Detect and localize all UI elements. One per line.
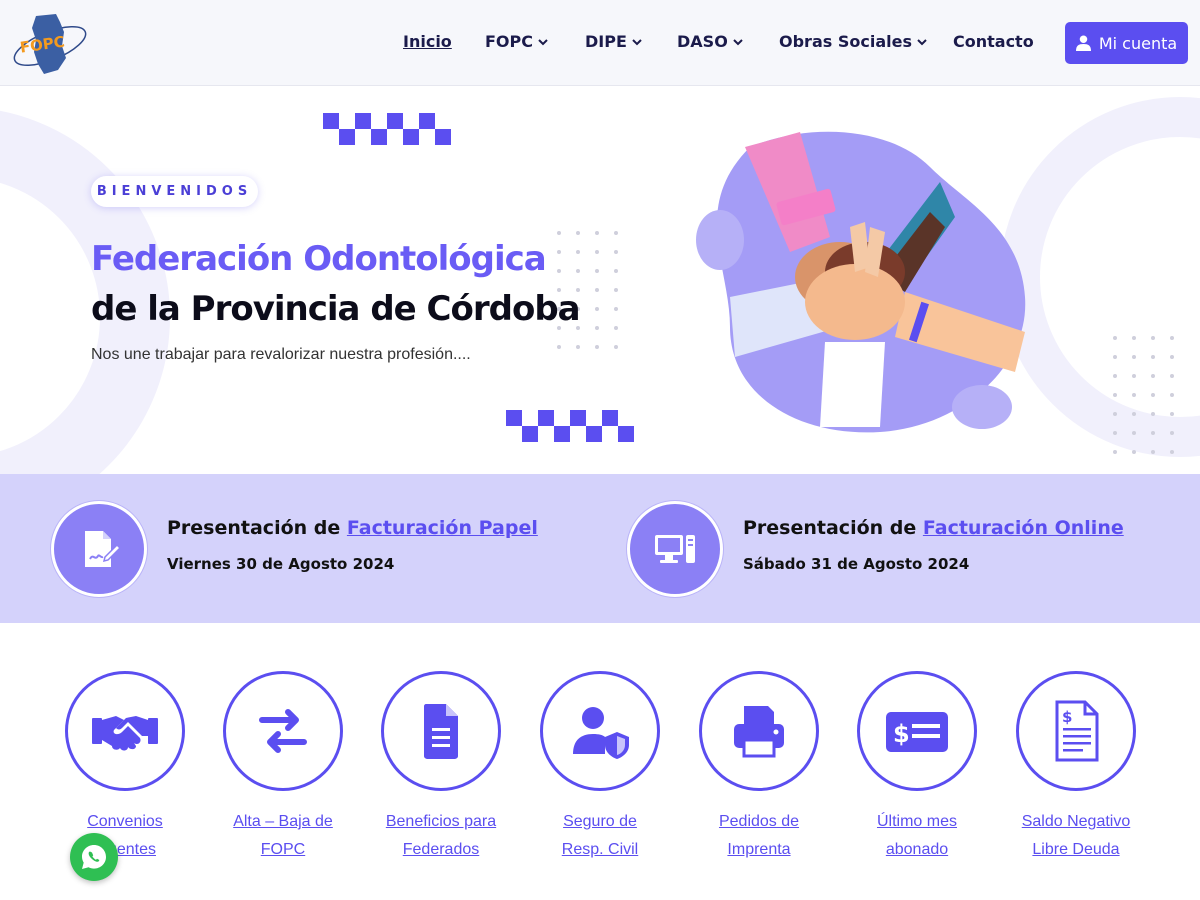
service-label-line: Pedidos de <box>718 813 800 830</box>
nav-contacto[interactable]: Contacto <box>953 32 1034 51</box>
service-convenios: Convenios Vigentes <box>45 671 205 871</box>
service-saldo-negativo: $ Saldo Negativo Libre Deuda <box>996 671 1156 871</box>
stacked-hands-illustration <box>696 131 1026 433</box>
nav-inicio[interactable]: Inicio <box>403 32 452 51</box>
service-label[interactable]: Convenios Vigentes <box>45 808 205 864</box>
service-label[interactable]: Beneficios para Federados <box>361 808 521 864</box>
announcement-date: Viernes 30 de Agosto 2024 <box>167 555 395 573</box>
service-beneficios: Beneficios para Federados <box>361 671 521 871</box>
announcement-prefix: Presentación de <box>167 517 347 539</box>
service-label-line: Vigentes <box>94 841 156 858</box>
swap-arrows-icon[interactable] <box>223 671 343 791</box>
service-label[interactable]: Seguro de Resp. Civil <box>520 808 680 864</box>
nav-dipe[interactable]: DIPE <box>585 32 643 51</box>
welcome-badge: BIENVENIDOS <box>91 176 258 207</box>
chevron-down-icon <box>632 38 642 45</box>
service-ultimo-mes: $ Último mes abonado <box>837 671 997 871</box>
service-label[interactable]: Alta – Baja de FOPC <box>203 808 363 864</box>
service-label-line: Último mes <box>876 813 957 830</box>
svg-text:$: $ <box>1062 708 1072 726</box>
announcement-band: Presentación de Facturación Papel Vierne… <box>0 474 1200 623</box>
hero-section: BIENVENIDOS Federación Odontológica de l… <box>0 87 1200 474</box>
service-label[interactable]: Último mes abonado <box>837 808 997 864</box>
service-label-line: Alta – Baja de <box>233 813 333 830</box>
whatsapp-icon <box>82 845 106 869</box>
announcement-date: Sábado 31 de Agosto 2024 <box>743 555 970 573</box>
user-icon <box>1075 35 1091 51</box>
nav-label: Contacto <box>953 32 1034 51</box>
hero-subtitle: Nos une trabajar para revalorizar nuestr… <box>91 346 471 363</box>
nav-label: Inicio <box>403 32 452 51</box>
service-imprenta: Pedidos de Imprenta <box>679 671 839 871</box>
site-header: FOPC Inicio FOPC DIPE DASO Obras Sociale… <box>0 0 1200 86</box>
service-label-line: Resp. Civil <box>561 841 639 858</box>
desktop-computer-icon <box>627 501 723 597</box>
service-label-line: Seguro de <box>563 813 637 830</box>
service-label-line: Beneficios para <box>385 813 497 830</box>
service-seguro: Seguro de Resp. Civil <box>520 671 680 871</box>
service-label[interactable]: Pedidos de Imprenta <box>679 808 839 864</box>
nav-fopc[interactable]: FOPC <box>485 32 549 51</box>
main-nav: Inicio FOPC DIPE DASO Obras Sociales Con… <box>0 0 1200 86</box>
nav-label: DIPE <box>585 32 627 51</box>
online-billing-link[interactable]: Facturación Online <box>923 517 1124 539</box>
service-label-line: Convenios <box>87 813 163 830</box>
service-label-line: Saldo Negativo <box>1021 813 1131 830</box>
nav-daso[interactable]: DASO <box>677 32 744 51</box>
service-label-line: FOPC <box>260 841 306 858</box>
printer-icon[interactable] <box>699 671 819 791</box>
nav-obras-sociales[interactable]: Obras Sociales <box>779 32 928 51</box>
service-alta-baja: Alta – Baja de FOPC <box>203 671 363 871</box>
chevron-down-icon <box>917 38 927 45</box>
announcement-paper-billing: Presentación de Facturación Papel Vierne… <box>51 501 571 597</box>
my-account-button[interactable]: Mi cuenta <box>1065 22 1188 64</box>
hero-title-line2: de la Provincia de Córdoba <box>91 289 581 329</box>
announcement-title: Presentación de Facturación Online <box>743 517 1124 539</box>
user-shield-icon[interactable] <box>540 671 660 791</box>
paper-billing-link[interactable]: Facturación Papel <box>347 517 538 539</box>
announcement-prefix: Presentación de <box>743 517 923 539</box>
money-check-icon[interactable]: $ <box>857 671 977 791</box>
svg-text:$: $ <box>893 720 910 748</box>
invoice-icon[interactable]: $ <box>1016 671 1136 791</box>
services-section: Convenios Vigentes Alta – Baja de FOPC B… <box>0 623 1200 900</box>
checker-pattern <box>506 410 634 442</box>
document-icon[interactable] <box>381 671 501 791</box>
account-label: Mi cuenta <box>1098 33 1178 53</box>
chevron-down-icon <box>538 38 548 45</box>
hero-title-line1: Federación Odontológica <box>91 239 547 279</box>
nav-label: DASO <box>677 32 728 51</box>
announcement-online-billing: Presentación de Facturación Online Sábad… <box>627 501 1147 597</box>
announcement-title: Presentación de Facturación Papel <box>167 517 538 539</box>
service-label-line: Libre Deuda <box>1032 841 1120 858</box>
service-label-line: Imprenta <box>727 841 791 858</box>
dot-grid <box>1112 335 1176 465</box>
service-label-line: Federados <box>402 841 480 858</box>
chevron-down-icon <box>733 38 743 45</box>
handshake-icon[interactable] <box>65 671 185 791</box>
service-label-line: abonado <box>885 841 949 858</box>
nav-label: Obras Sociales <box>779 32 912 51</box>
service-label[interactable]: Saldo Negativo Libre Deuda <box>996 808 1156 864</box>
checker-pattern <box>323 113 451 145</box>
nav-label: FOPC <box>485 32 533 51</box>
whatsapp-button[interactable] <box>70 833 118 881</box>
signed-document-icon <box>51 501 147 597</box>
